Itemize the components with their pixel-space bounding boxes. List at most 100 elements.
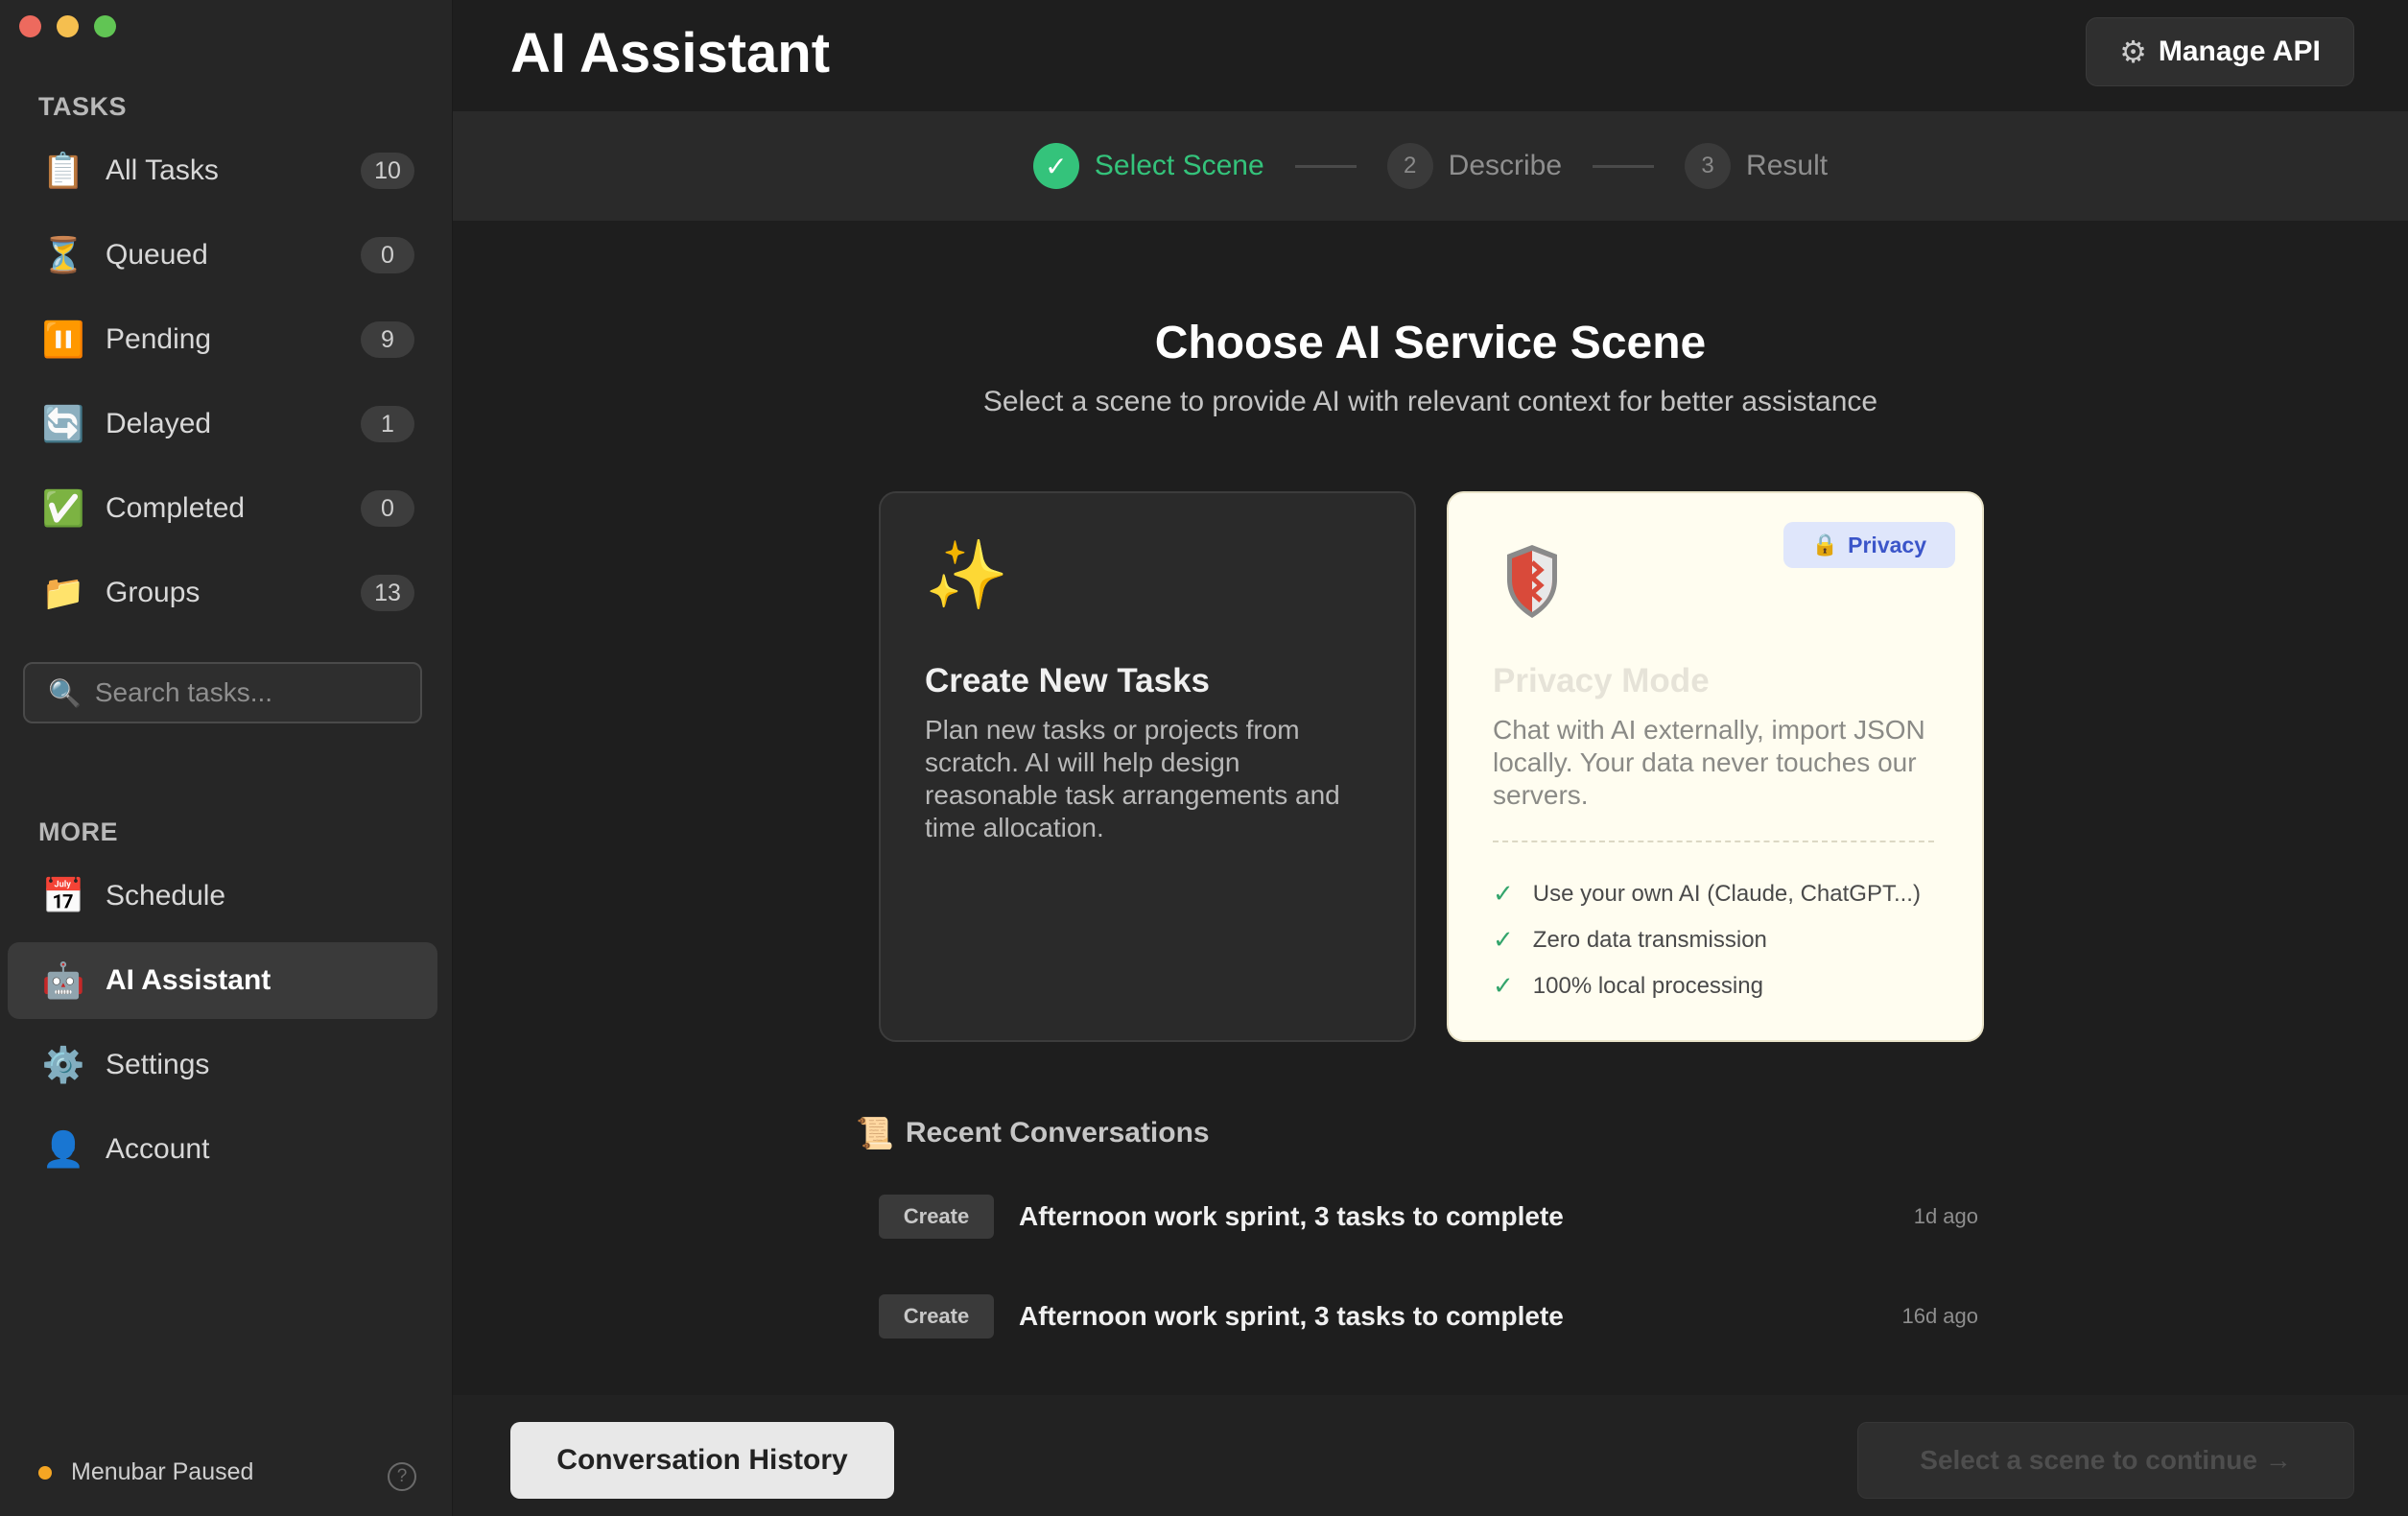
search-box: 🔍 (23, 662, 422, 723)
main-panel: AI Assistant ⚙ Manage API ✓ Select Scene… (453, 0, 2408, 1516)
status-text: Menubar Paused (71, 1458, 254, 1485)
conversation-tag: Create (879, 1294, 994, 1338)
gear-icon: ⚙ (2119, 35, 2147, 69)
sidebar-item-settings[interactable]: ⚙️ Settings (8, 1027, 437, 1103)
pause-icon: ⏸️ (41, 320, 85, 359)
count-badge: 1 (361, 406, 414, 442)
card-description: Plan new tasks or projects from scratch.… (925, 715, 1340, 842)
sidebar-item-pending[interactable]: ⏸️ Pending 9 (8, 301, 437, 378)
count-badge: 0 (361, 490, 414, 527)
count-badge: 13 (361, 575, 414, 611)
search-icon: 🔍 (48, 677, 82, 708)
sidebar-item-ai-assistant[interactable]: 🤖 AI Assistant (8, 942, 437, 1019)
sidebar-item-label: Account (106, 1133, 210, 1165)
step-label: Describe (1448, 150, 1563, 181)
checkmark-icon: ✓ (1493, 879, 1514, 908)
checkmark-icon: ✓ (1493, 971, 1514, 1000)
feature-text: 100% local processing (1532, 972, 1763, 999)
menubar-status[interactable]: Menubar Paused (38, 1458, 253, 1486)
conversation-title: Afternoon work sprint, 3 tasks to comple… (1019, 1201, 1564, 1231)
recent-title-label: Recent Conversations (905, 1117, 1210, 1149)
sidebar-item-completed[interactable]: ✅ Completed 0 (8, 470, 437, 547)
check-icon: ✓ (1032, 143, 1079, 189)
sidebar-item-label: Completed (106, 492, 246, 524)
header: AI Assistant ⚙ Manage API (453, 0, 2408, 111)
calendar-icon: 📅 (41, 876, 85, 915)
close-window-button[interactable] (19, 15, 41, 37)
feature-text: Use your own AI (Claude, ChatGPT...) (1532, 880, 1921, 907)
count-badge: 0 (361, 237, 414, 273)
manage-api-button[interactable]: ⚙ Manage API (2086, 17, 2354, 86)
page-title: AI Assistant (510, 22, 831, 84)
check-icon: ✅ (41, 488, 85, 528)
hourglass-icon: ⏳ (41, 235, 85, 274)
gear-icon: ⚙️ (41, 1045, 85, 1084)
zoom-window-button[interactable] (94, 15, 116, 37)
help-icon[interactable]: ? (388, 1462, 416, 1491)
lock-icon: 🔒 (1811, 533, 1839, 557)
section-heading: Choose AI Service Scene (1154, 318, 1707, 368)
section-subheading: Select a scene to provide AI with releva… (982, 386, 1878, 417)
tasks-section-title: TASKS (38, 92, 128, 121)
step-label: Result (1746, 150, 1829, 181)
step-label: Select Scene (1094, 150, 1264, 181)
minimize-window-button[interactable] (57, 15, 79, 37)
scene-selection: Choose AI Service Scene Select a scene t… (453, 221, 2408, 1391)
user-icon: 👤 (41, 1129, 85, 1169)
conversation-row[interactable]: Create Afternoon work sprint, 3 tasks to… (879, 1193, 1982, 1241)
more-section-title: MORE (38, 817, 118, 846)
search-input[interactable] (94, 677, 412, 708)
feature-text: Zero data transmission (1532, 926, 1767, 953)
sidebar-item-label: Settings (106, 1049, 210, 1080)
status-dot-icon (38, 1465, 52, 1480)
sidebar-item-account[interactable]: 👤 Account (8, 1111, 437, 1188)
sidebar: TASKS 📋 All Tasks 10 ⏳ Queued 0 ⏸️ Pendi… (0, 0, 453, 1516)
sidebar-item-groups[interactable]: 📁 Groups 13 (8, 555, 437, 631)
repeat-icon: 🔄 (41, 404, 85, 443)
step-number: 3 (1685, 143, 1732, 189)
conversation-history-button[interactable]: Conversation History (510, 1422, 894, 1499)
step-connector (1294, 164, 1357, 168)
privacy-badge-label: Privacy (1848, 532, 1926, 557)
step-select-scene: ✓ Select Scene (1032, 143, 1264, 189)
sidebar-item-all-tasks[interactable]: 📋 All Tasks 10 (8, 132, 437, 209)
sidebar-item-delayed[interactable]: 🔄 Delayed 1 (8, 386, 437, 462)
card-title: Privacy Mode (1493, 662, 1710, 699)
scroll-icon: 📜 (856, 1116, 894, 1150)
count-badge: 9 (361, 321, 414, 358)
robot-icon: 🤖 (41, 960, 85, 1000)
sidebar-item-label: All Tasks (106, 154, 219, 186)
feature-item: ✓ 100% local processing (1493, 971, 1763, 1001)
folder-icon: 📁 (41, 573, 85, 612)
footer-bar: Conversation History Select a scene to c… (453, 1395, 2408, 1516)
conversation-title: Afternoon work sprint, 3 tasks to comple… (1019, 1301, 1564, 1331)
sidebar-item-schedule[interactable]: 📅 Schedule (8, 858, 437, 935)
recent-conversations-title: 📜 Recent Conversations (856, 1115, 1210, 1151)
card-description: Chat with AI externally, import JSON loc… (1493, 715, 1925, 810)
divider (1493, 841, 1934, 842)
sidebar-item-label: Pending (106, 323, 212, 355)
step-describe: 2 Describe (1386, 143, 1563, 189)
sidebar-item-label: Schedule (106, 880, 226, 912)
continue-button[interactable]: Select a scene to continue → (1857, 1422, 2354, 1499)
sidebar-item-label: Queued (106, 239, 208, 271)
feature-item: ✓ Use your own AI (Claude, ChatGPT...) (1493, 879, 1921, 909)
scene-card-create-tasks[interactable]: ✨ Create New Tasks Plan new tasks or pro… (879, 491, 1416, 1042)
sidebar-item-queued[interactable]: ⏳ Queued 0 (8, 217, 437, 294)
scene-card-privacy-mode[interactable]: 🔒 Privacy Privacy Mode Chat with AI exte… (1447, 491, 1984, 1042)
step-number: 2 (1386, 143, 1433, 189)
count-badge: 10 (361, 153, 414, 189)
conversation-row[interactable]: Create Afternoon work sprint, 3 tasks to… (879, 1292, 1982, 1340)
sidebar-item-label: Delayed (106, 408, 212, 439)
sparkles-icon: ✨ (925, 537, 1009, 612)
sidebar-item-label: AI Assistant (106, 964, 271, 996)
conversation-tag: Create (879, 1195, 994, 1239)
clipboard-icon: 📋 (41, 151, 85, 190)
step-connector (1593, 164, 1655, 168)
step-result: 3 Result (1685, 143, 1828, 189)
shield-icon (1507, 545, 1557, 618)
manage-api-label: Manage API (2158, 36, 2321, 67)
feature-item: ✓ Zero data transmission (1493, 925, 1767, 955)
checkmark-icon: ✓ (1493, 925, 1514, 954)
sidebar-item-label: Groups (106, 577, 201, 608)
